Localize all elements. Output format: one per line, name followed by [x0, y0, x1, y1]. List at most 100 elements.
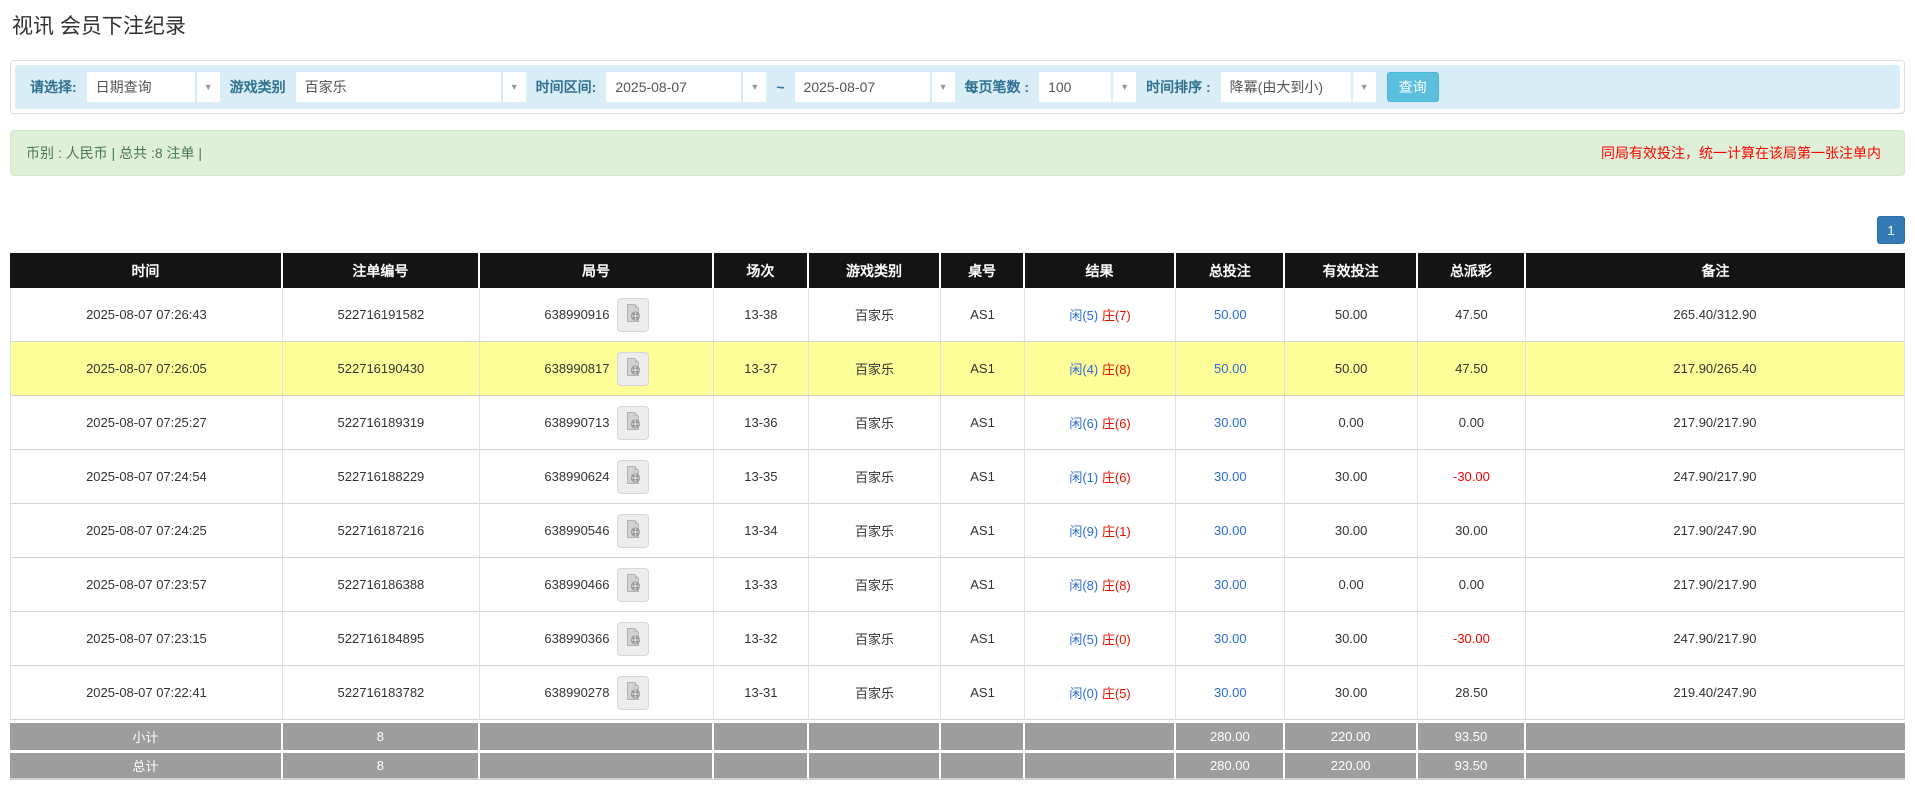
- round-id-wrap: 638990817: [484, 352, 709, 386]
- table-header-row: 时间注单编号局号场次游戏类别桌号结果总投注有效投注总派彩备注: [10, 253, 1905, 288]
- video-replay-button[interactable]: [617, 406, 649, 440]
- summary-empty-cell: [714, 750, 809, 780]
- player-result: 闲(6): [1069, 416, 1098, 431]
- chevron-down-icon[interactable]: ▼: [932, 72, 955, 102]
- round-number: 638990366: [544, 631, 609, 646]
- bet-record-row: 2025-08-07 07:26:43522716191582638990916…: [10, 288, 1905, 342]
- chevron-down-icon[interactable]: ▼: [743, 72, 766, 102]
- video-replay-button[interactable]: [617, 460, 649, 494]
- table-number-cell: AS1: [941, 342, 1024, 396]
- filter-bar: 请选择: 日期查询 ▼ 游戏类别 百家乐 ▼ 时间区间: 2025-08-07 …: [15, 65, 1900, 109]
- bet-time-cell: 2025-08-07 07:26:43: [10, 288, 283, 342]
- game-type-cell: 百家乐: [809, 288, 942, 342]
- banker-result: 庄(0): [1102, 632, 1131, 647]
- remark-cell: 219.40/247.90: [1526, 666, 1905, 720]
- bet-id-cell: 522716183782: [283, 666, 480, 720]
- summary-remark-cell: [1526, 720, 1905, 750]
- chevron-down-icon[interactable]: ▼: [197, 72, 220, 102]
- summary-payout-cell: 93.50: [1418, 750, 1526, 780]
- remark-cell: 217.90/217.90: [1526, 558, 1905, 612]
- page-size-select[interactable]: 100 ▼: [1039, 72, 1136, 102]
- column-header-11: 备注: [1526, 253, 1905, 288]
- round-id-cell: 638990624: [480, 450, 714, 504]
- game-type-cell: 百家乐: [809, 612, 942, 666]
- session-cell: 13-31: [714, 666, 809, 720]
- total-bet-cell: 30.00: [1176, 504, 1285, 558]
- game-type-select[interactable]: 百家乐 ▼: [296, 72, 526, 102]
- video-file-icon: [623, 303, 643, 326]
- total-bet-cell: 30.00: [1176, 666, 1285, 720]
- round-id-wrap: 638990624: [484, 460, 709, 494]
- video-replay-button[interactable]: [617, 352, 649, 386]
- game-type-cell: 百家乐: [809, 450, 942, 504]
- page-1-button[interactable]: 1: [1877, 216, 1905, 244]
- chevron-down-icon[interactable]: ▼: [503, 72, 526, 102]
- player-result: 闲(0): [1069, 686, 1098, 701]
- total-bet-link[interactable]: 30.00: [1214, 469, 1247, 484]
- chevron-down-icon[interactable]: ▼: [1113, 72, 1136, 102]
- valid-bet-cell: 30.00: [1285, 612, 1418, 666]
- summary-count-cell: 8: [283, 720, 480, 750]
- session-cell: 13-38: [714, 288, 809, 342]
- round-id-cell: 638990278: [480, 666, 714, 720]
- video-replay-button[interactable]: [617, 622, 649, 656]
- round-id-cell: 638990466: [480, 558, 714, 612]
- sort-order-select[interactable]: 降冪(由大到小) ▼: [1221, 72, 1376, 102]
- summary-empty-cell: [809, 750, 942, 780]
- total-bet-link[interactable]: 50.00: [1214, 307, 1247, 322]
- video-replay-button[interactable]: [617, 298, 649, 332]
- round-number: 638990713: [544, 415, 609, 430]
- payout-cell: 28.50: [1418, 666, 1526, 720]
- valid-bet-cell: 50.00: [1285, 288, 1418, 342]
- summary-empty-cell: [480, 750, 714, 780]
- page-title: 视讯 会员下注纪录: [12, 10, 1905, 40]
- session-cell: 13-35: [714, 450, 809, 504]
- page: 视讯 会员下注纪录 请选择: 日期查询 ▼ 游戏类别 百家乐 ▼ 时间区间: 2…: [0, 0, 1915, 780]
- table-number-cell: AS1: [941, 450, 1024, 504]
- bet-record-row: 2025-08-07 07:26:05522716190430638990817…: [10, 342, 1905, 396]
- total-bet-cell: 30.00: [1176, 450, 1285, 504]
- result-cell: 闲(5) 庄(0): [1025, 612, 1177, 666]
- video-file-icon: [623, 573, 643, 596]
- valid-bet-cell: 0.00: [1285, 396, 1418, 450]
- date-to-select[interactable]: 2025-08-07 ▼: [795, 72, 955, 102]
- total-bet-link[interactable]: 30.00: [1214, 523, 1247, 538]
- banker-result: 庄(8): [1102, 362, 1131, 377]
- payout-cell: 47.50: [1418, 342, 1526, 396]
- total-bet-link[interactable]: 50.00: [1214, 361, 1247, 376]
- result-cell: 闲(5) 庄(7): [1025, 288, 1177, 342]
- game-type-cell: 百家乐: [809, 666, 942, 720]
- table-header: 时间注单编号局号场次游戏类别桌号结果总投注有效投注总派彩备注: [10, 253, 1905, 288]
- sort-order-value: 降冪(由大到小): [1221, 72, 1351, 102]
- table-number-cell: AS1: [941, 396, 1024, 450]
- total-bet-link[interactable]: 30.00: [1214, 631, 1247, 646]
- chevron-down-icon[interactable]: ▼: [1353, 72, 1376, 102]
- summary-total-bet-cell: 280.00: [1176, 720, 1285, 750]
- column-header-1: 时间: [10, 253, 283, 288]
- remark-cell: 265.40/312.90: [1526, 288, 1905, 342]
- video-replay-button[interactable]: [617, 676, 649, 710]
- column-header-2: 注单编号: [283, 253, 480, 288]
- payout-cell: 47.50: [1418, 288, 1526, 342]
- date-from-select[interactable]: 2025-08-07 ▼: [606, 72, 766, 102]
- bet-time-cell: 2025-08-07 07:24:54: [10, 450, 283, 504]
- query-type-select[interactable]: 日期查询 ▼: [87, 72, 220, 102]
- player-result: 闲(5): [1069, 632, 1098, 647]
- summary-empty-cell: [1025, 720, 1177, 750]
- player-result: 闲(1): [1069, 470, 1098, 485]
- total-bet-link[interactable]: 30.00: [1214, 415, 1247, 430]
- video-replay-button[interactable]: [617, 514, 649, 548]
- session-cell: 13-33: [714, 558, 809, 612]
- total-bet-link[interactable]: 30.00: [1214, 685, 1247, 700]
- date-to-value: 2025-08-07: [795, 72, 930, 102]
- result-cell: 闲(8) 庄(8): [1025, 558, 1177, 612]
- pagination: 1: [10, 216, 1905, 244]
- bet-id-cell: 522716189319: [283, 396, 480, 450]
- summary-total-bet-cell: 280.00: [1176, 750, 1285, 780]
- valid-bet-cell: 50.00: [1285, 342, 1418, 396]
- search-button[interactable]: 查询: [1387, 72, 1439, 102]
- column-header-3: 局号: [480, 253, 714, 288]
- payout-cell: -30.00: [1418, 450, 1526, 504]
- total-bet-link[interactable]: 30.00: [1214, 577, 1247, 592]
- video-replay-button[interactable]: [617, 568, 649, 602]
